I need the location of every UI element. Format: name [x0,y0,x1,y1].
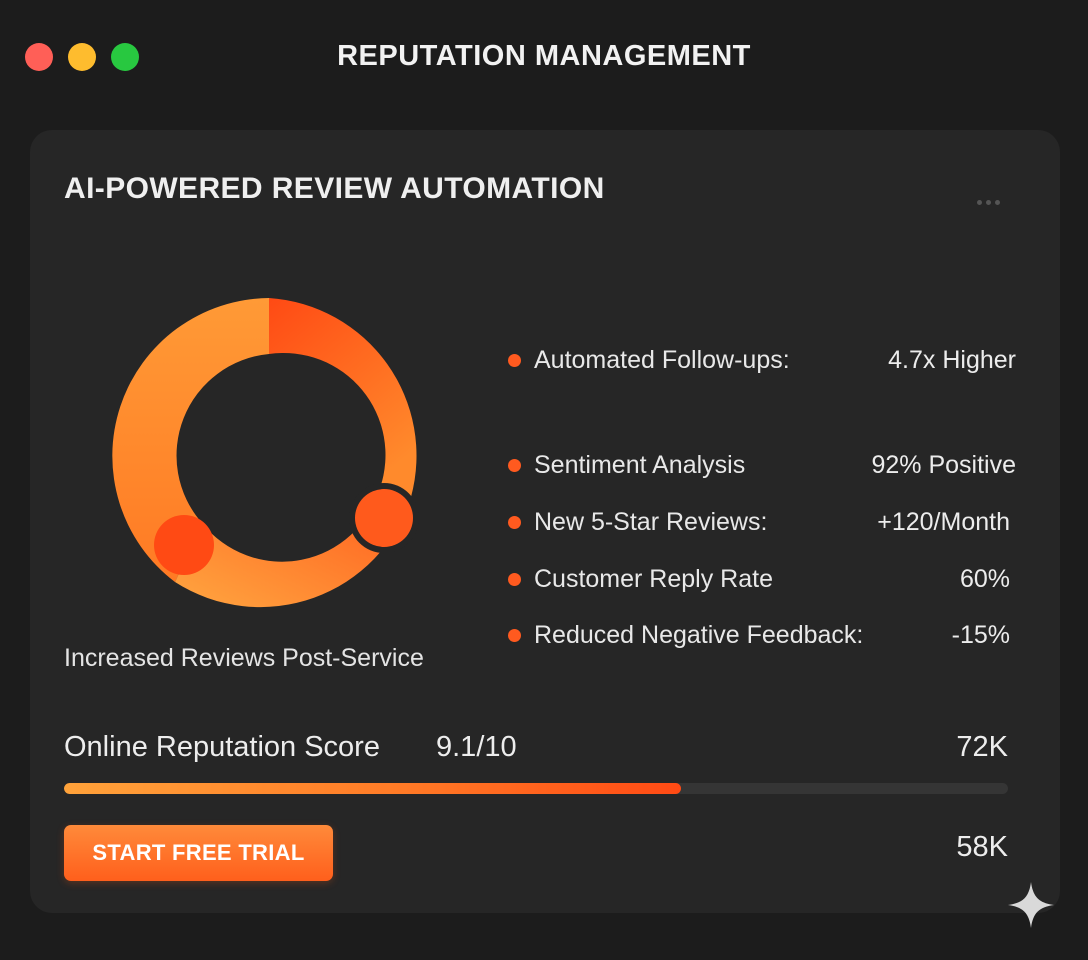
bullet-icon [508,629,521,642]
window-title: REPUTATION MANAGEMENT [337,40,751,72]
metric-label: Reduced Negative Feedback: [534,621,864,649]
metric-value: 4.7x Higher [888,346,1016,374]
reputation-score-value: 9.1/10 [436,731,517,763]
metric-label: New 5-Star Reviews: [534,508,768,536]
review-automation-card: AI-POWERED REVIEW AUTOMATION Increased R… [30,130,1060,913]
sparkle-icon [1008,882,1054,928]
count-value-top: 72K [956,731,1008,763]
list-item: Sentiment Analysis 92% Positive [506,445,1016,485]
progress-fill [64,783,682,794]
bullet-icon [508,459,521,472]
metrics-list: Automated Follow-ups: 4.7x Higher Sentim… [506,130,1026,690]
metric-value: 92% Positive [871,451,1016,479]
bullet-icon [508,516,521,529]
list-item: Reduced Negative Feedback: -15% [506,615,1016,655]
metric-value: +120/Month [877,508,1010,536]
donut-cap-bottom-left [154,515,214,575]
donut-segment-top-right [269,298,417,497]
bullet-icon [508,573,521,586]
reputation-progress-bar [64,783,1008,794]
bullet-icon [508,354,521,367]
reputation-score-label: Online Reputation Score [64,731,380,763]
metric-label: Sentiment Analysis [534,451,746,479]
count-value-bottom: 58K [956,831,1008,863]
metric-value: -15% [951,621,1010,649]
reviews-donut-chart [108,295,430,617]
list-item: Automated Follow-ups: 4.7x Higher [506,340,1016,380]
metric-value: 60% [959,565,1010,593]
start-free-trial-button[interactable]: START FREE TRIAL [64,825,333,881]
metric-label: Automated Follow-ups: [534,346,790,374]
donut-caption: Increased Reviews Post-Service [64,644,424,672]
metric-label: Customer Reply Rate [534,565,773,593]
list-item: Customer Reply Rate 60% [506,559,1016,599]
list-item: New 5-Star Reviews: +120/Month [506,502,1016,542]
title-bar: REPUTATION MANAGEMENT [0,0,1088,110]
